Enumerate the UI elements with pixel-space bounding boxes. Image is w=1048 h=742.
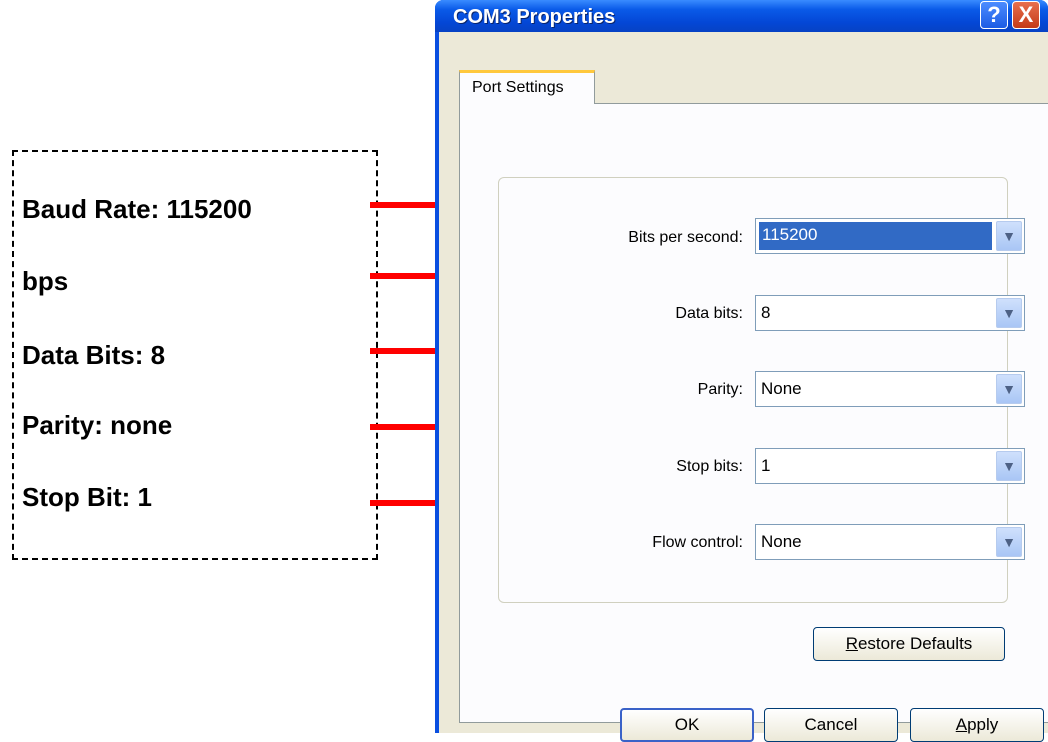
dialog-client-area: Bits per second: 115200 ▼ Data bits: 8 ▼…: [439, 32, 1048, 742]
close-icon: X: [1018, 2, 1034, 27]
tab-port-settings[interactable]: Port Settings: [459, 70, 595, 104]
port-settings-panel: Bits per second: 115200 ▼ Data bits: 8 ▼…: [459, 103, 1048, 723]
cancel-button[interactable]: Cancel: [764, 708, 898, 742]
chevron-down-icon[interactable]: ▼: [996, 298, 1022, 328]
flow-control-label: Flow control:: [652, 534, 743, 551]
close-button[interactable]: X: [1012, 1, 1040, 29]
settings-group: Bits per second: 115200 ▼ Data bits: 8 ▼…: [498, 177, 1025, 603]
chevron-down-icon[interactable]: ▼: [996, 221, 1022, 251]
data-bits-value: 8: [761, 303, 771, 322]
tab-port-settings-label: Port Settings: [472, 79, 564, 96]
flow-control-select[interactable]: None ▼: [755, 524, 1025, 560]
stop-bits-value: 1: [761, 456, 771, 475]
data-bits-select[interactable]: 8 ▼: [755, 295, 1025, 331]
bits-per-second-select[interactable]: 115200 ▼: [755, 218, 1025, 254]
stop-bits-select[interactable]: 1 ▼: [755, 448, 1025, 484]
dialog-title: COM3 Properties: [453, 6, 616, 28]
data-bits-label: Data bits:: [675, 305, 743, 322]
com3-properties-dialog: COM3 Properties ? X Bits per second: 115…: [435, 0, 1048, 742]
parity-label: Parity:: [697, 381, 743, 398]
parity-select[interactable]: None ▼: [755, 371, 1025, 407]
bits-per-second-value: 115200: [759, 222, 992, 250]
chevron-down-icon[interactable]: ▼: [996, 527, 1022, 557]
help-icon: ?: [987, 2, 1001, 27]
stop-bits-label: Stop bits:: [676, 458, 743, 475]
help-button[interactable]: ?: [980, 1, 1008, 29]
annotation-data-bits: Data Bits: 8: [22, 340, 166, 370]
ok-button[interactable]: OK: [620, 708, 754, 742]
flow-control-value: None: [761, 532, 802, 551]
annotation-bps: bps: [22, 266, 69, 296]
chevron-down-icon[interactable]: ▼: [996, 374, 1022, 404]
restore-defaults-button[interactable]: Restore Defaults: [813, 627, 1005, 661]
annotation-parity: Parity: none: [22, 410, 173, 440]
bits-per-second-label: Bits per second:: [628, 229, 743, 246]
parity-value: None: [761, 379, 802, 398]
apply-button[interactable]: Apply: [910, 708, 1044, 742]
chevron-down-icon[interactable]: ▼: [996, 451, 1022, 481]
title-bar[interactable]: COM3 Properties ? X: [435, 0, 1048, 32]
annotation-stop-bit: Stop Bit: 1: [22, 482, 152, 512]
annotation-baud-rate: Baud Rate: 115200: [22, 194, 252, 224]
